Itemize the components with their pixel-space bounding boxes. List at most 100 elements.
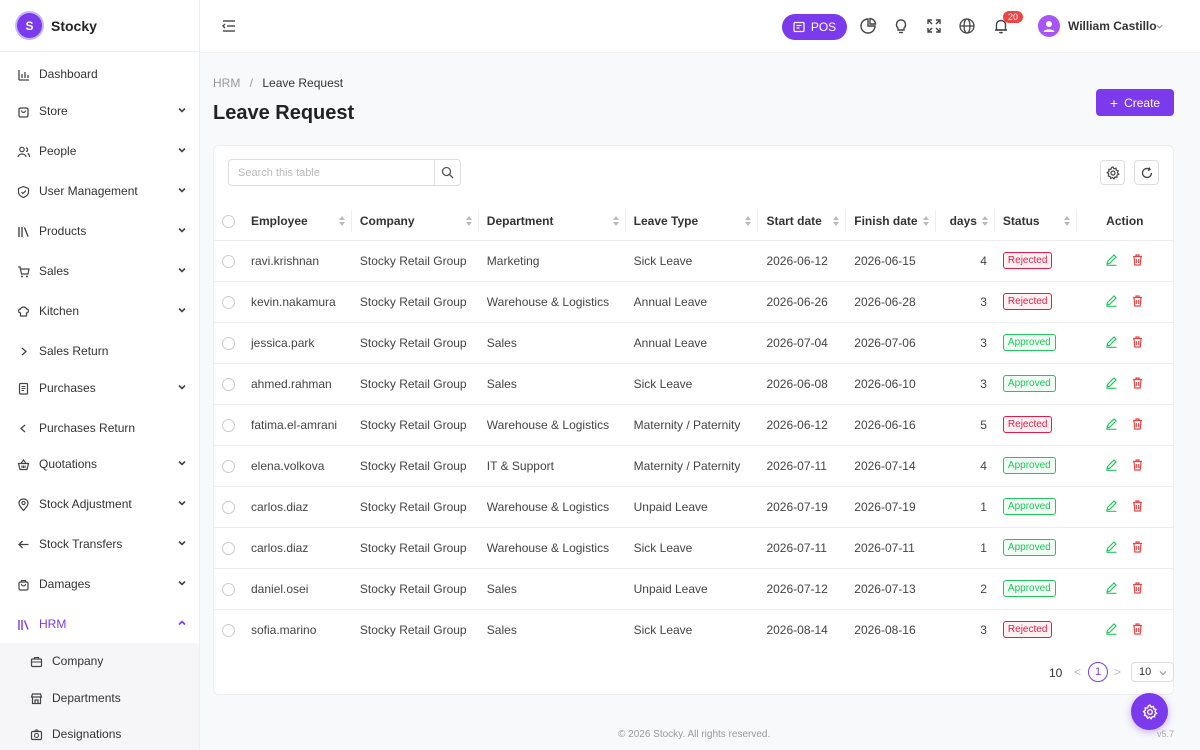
sidebar-item-products[interactable]: Products [0, 216, 199, 246]
brand[interactable]: S Stocky [0, 0, 199, 52]
row-checkbox[interactable] [222, 254, 235, 268]
delete-icon[interactable] [1131, 294, 1144, 307]
sidebar-item-quotations[interactable]: Quotations [0, 449, 199, 479]
row-checkbox[interactable] [222, 500, 235, 514]
cell-start-date: 2026-07-12 [766, 581, 828, 596]
create-button[interactable]: + Create [1096, 89, 1174, 116]
row-checkbox[interactable] [222, 418, 235, 432]
table-row[interactable]: sofia.marino Stocky Retail Group Sales Sick… [214, 609, 1173, 650]
row-checkbox[interactable] [222, 295, 235, 309]
edit-icon[interactable] [1105, 294, 1118, 307]
cell-days: 1 [980, 499, 987, 514]
table-row[interactable]: jessica.park Stocky Retail Group Sales Annu… [214, 322, 1173, 363]
col-department[interactable]: Department [479, 202, 626, 240]
cell-action [1077, 404, 1173, 445]
lightbulb-icon[interactable] [892, 17, 910, 35]
col-employee[interactable]: Employee [243, 202, 352, 240]
cell-action [1077, 609, 1173, 650]
edit-icon[interactable] [1105, 253, 1118, 266]
sidebar-item-sales[interactable]: Sales [0, 256, 199, 286]
col-leave-type[interactable]: Leave Type [626, 202, 759, 240]
chevron-up-icon [178, 620, 186, 626]
avatar[interactable] [1038, 15, 1060, 37]
pagination-prev[interactable]: < [1074, 665, 1081, 679]
sidebar-item-damages[interactable]: Damages [0, 569, 199, 599]
sidebar-item-kitchen[interactable]: Kitchen [0, 296, 199, 326]
table-row[interactable]: carlos.diaz Stocky Retail Group Warehouse … [214, 486, 1173, 527]
sidebar-item-purchases-return[interactable]: Purchases Return [0, 413, 199, 443]
delete-icon[interactable] [1131, 622, 1144, 635]
cell-department: Warehouse & Logistics [486, 294, 610, 309]
sidebar-item-store[interactable]: Store [0, 96, 199, 126]
table-row[interactable]: kevin.nakamura Stocky Retail Group Warehou… [214, 281, 1173, 322]
table-row[interactable]: carlos.diaz Stocky Retail Group Warehouse … [214, 527, 1173, 568]
people-icon [16, 144, 30, 158]
page-size-select[interactable]: 10 [1131, 662, 1174, 682]
col-start-date[interactable]: Start date [758, 202, 847, 240]
breadcrumb-parent[interactable]: HRM [213, 76, 240, 90]
table-row[interactable]: fatima.el-amrani Stocky Retail Group Wareh… [214, 404, 1173, 445]
delete-icon[interactable] [1131, 253, 1144, 266]
globe-icon[interactable] [958, 17, 976, 35]
chevron-down-icon[interactable] [1155, 22, 1164, 31]
delete-icon[interactable] [1131, 540, 1144, 553]
delete-icon[interactable] [1131, 581, 1144, 594]
pie-chart-icon[interactable] [859, 17, 877, 35]
cell-leave-type: Unpaid Leave [633, 581, 708, 596]
sidebar-item-hrm[interactable]: HRM [0, 609, 199, 639]
cell-status: Approved [995, 322, 1077, 363]
edit-icon[interactable] [1105, 540, 1118, 553]
sidebar-item-user-management[interactable]: User Management [0, 176, 199, 206]
search-input[interactable] [229, 160, 435, 185]
sidebar-item-stock-transfers[interactable]: Stock Transfers [0, 529, 199, 559]
search-button[interactable] [434, 160, 460, 185]
delete-icon[interactable] [1131, 458, 1144, 471]
col-days[interactable]: days [936, 202, 995, 240]
delete-icon[interactable] [1131, 499, 1144, 512]
cell-leave-type: Unpaid Leave [633, 499, 708, 514]
sidebar-item-sales-return[interactable]: Sales Return [0, 336, 199, 366]
sidebar-item-stock-adjustment[interactable]: Stock Adjustment [0, 489, 199, 519]
edit-icon[interactable] [1105, 417, 1118, 430]
edit-icon[interactable] [1105, 499, 1118, 512]
row-checkbox[interactable] [222, 623, 235, 637]
pos-button[interactable]: POS [782, 14, 847, 40]
edit-icon[interactable] [1105, 458, 1118, 471]
user-name[interactable]: William Castillo [1068, 19, 1157, 33]
edit-icon[interactable] [1105, 581, 1118, 594]
delete-icon[interactable] [1131, 376, 1144, 389]
select-all-checkbox[interactable] [222, 214, 235, 228]
col-status[interactable]: Status [995, 202, 1077, 240]
table-row[interactable]: elena.volkova Stocky Retail Group IT & Sup… [214, 445, 1173, 486]
delete-icon[interactable] [1131, 417, 1144, 430]
sidebar-subitem-departments[interactable]: Departments [0, 683, 199, 713]
sidebar-subitem-company[interactable]: Company [0, 646, 199, 676]
menu-toggle-icon[interactable] [220, 17, 238, 35]
fullscreen-icon[interactable] [925, 17, 943, 35]
table-row[interactable]: ahmed.rahman Stocky Retail Group Sales Sick… [214, 363, 1173, 404]
table-row[interactable]: ravi.krishnan Stocky Retail Group Marketin… [214, 240, 1173, 281]
camera-icon [30, 728, 43, 741]
sidebar-item-dashboard[interactable]: Dashboard [0, 59, 199, 89]
refresh-button[interactable] [1134, 160, 1159, 185]
footer-copyright: © 2026 Stocky. All rights reserved. [618, 729, 771, 740]
edit-icon[interactable] [1105, 622, 1118, 635]
customizer-button[interactable] [1131, 693, 1168, 730]
table-row[interactable]: daniel.osei Stocky Retail Group Sales Unpai… [214, 568, 1173, 609]
pagination-current-page[interactable]: 1 [1088, 662, 1108, 682]
pagination-next[interactable]: > [1114, 665, 1121, 679]
row-checkbox[interactable] [222, 459, 235, 473]
edit-icon[interactable] [1105, 376, 1118, 389]
sidebar-subitem-designations[interactable]: Designations [0, 719, 199, 749]
col-company[interactable]: Company [352, 202, 479, 240]
edit-icon[interactable] [1105, 335, 1118, 348]
row-checkbox[interactable] [222, 377, 235, 391]
col-finish-date[interactable]: Finish date [846, 202, 936, 240]
delete-icon[interactable] [1131, 335, 1144, 348]
sidebar-item-people[interactable]: People [0, 136, 199, 166]
row-checkbox[interactable] [222, 582, 235, 596]
row-checkbox[interactable] [222, 541, 235, 555]
settings-button[interactable] [1100, 160, 1125, 185]
row-checkbox[interactable] [222, 336, 235, 350]
sidebar-item-purchases[interactable]: Purchases [0, 373, 199, 403]
